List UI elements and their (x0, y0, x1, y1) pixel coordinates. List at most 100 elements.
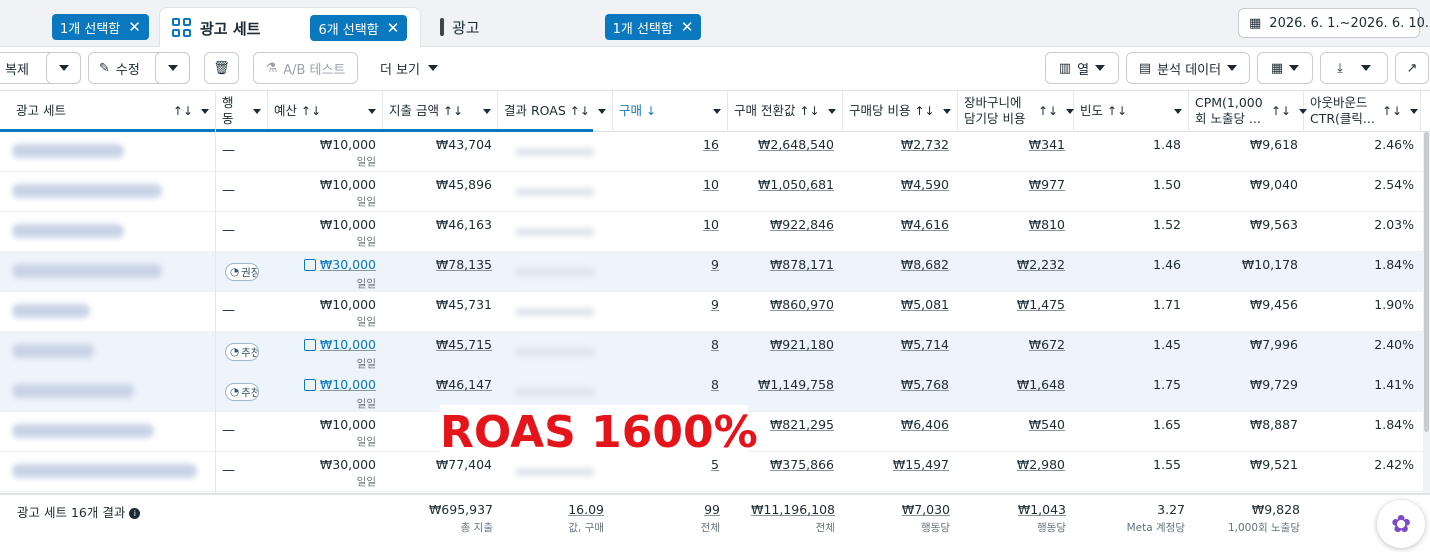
assistant-button[interactable]: ✿ (1377, 500, 1425, 548)
summary-value[interactable]: ₩1,043 (1018, 502, 1066, 517)
sort-icon[interactable]: ↑↓ (914, 104, 934, 119)
col-purchases[interactable]: 구매 ↓ (613, 91, 728, 131)
purchases-value[interactable]: 8 (711, 337, 719, 352)
adset-name-redacted[interactable] (12, 304, 90, 318)
recommendation-badge[interactable]: ◔ 추천 (225, 343, 259, 361)
summary-value[interactable]: 99 (704, 502, 720, 517)
spend-value[interactable]: ₩78,135 (436, 257, 492, 272)
budget-cell[interactable]: ₩10,000 일일 (320, 137, 376, 169)
summary-value[interactable]: 16.09 (568, 502, 604, 517)
chevron-down-icon[interactable] (1410, 108, 1419, 114)
budget-value[interactable]: ₩30,000 (320, 257, 376, 272)
sort-icon[interactable]: ↑↓ (799, 104, 819, 119)
cost-per-cart-value[interactable]: ₩810 (1029, 217, 1065, 232)
budget-cell[interactable]: ₩30,000 일일 (320, 457, 376, 489)
spend-value[interactable]: ₩45,715 (436, 337, 492, 352)
export-button[interactable]: ⤓ (1320, 52, 1388, 84)
sort-icon[interactable]: ↑↓ (1107, 104, 1127, 119)
budget-cell[interactable]: ₩10,000 일일 (320, 297, 376, 329)
chevron-down-icon[interactable] (483, 108, 491, 114)
col-conversion-value[interactable]: 구매 전환값 ↑↓ (728, 91, 843, 131)
cost-per-purchase-value[interactable]: ₩4,590 (901, 177, 949, 192)
breakdown-button[interactable]: ▤ 분석 데이터 (1126, 52, 1250, 84)
cost-per-cart-value[interactable]: ₩341 (1029, 137, 1065, 152)
budget-cell[interactable]: ₩10,000 일일 (320, 177, 376, 209)
vertical-scrollbar[interactable] (1423, 132, 1430, 493)
conversion-value[interactable]: ₩1,149,758 (758, 377, 834, 392)
reports-button[interactable]: ▦ (1257, 52, 1313, 84)
close-icon[interactable]: ✕ (128, 19, 141, 35)
sort-icon[interactable]: ↑↓ (443, 104, 463, 119)
purchases-value[interactable]: 16 (703, 137, 719, 152)
close-icon[interactable]: ✕ (387, 20, 400, 36)
sort-icon[interactable]: ↑↓ (173, 104, 193, 119)
conversion-value[interactable]: ₩921,180 (770, 337, 834, 352)
chevron-down-icon[interactable] (943, 108, 951, 114)
sort-icon[interactable]: ↑↓ (570, 104, 590, 119)
budget-cell[interactable]: ₩10,000 일일 (303, 337, 376, 371)
conversion-value[interactable]: ₩2,648,540 (758, 137, 834, 152)
adset-name-redacted[interactable] (12, 144, 124, 158)
adset-name-redacted[interactable] (12, 224, 124, 238)
sort-desc-icon[interactable]: ↓ (646, 104, 656, 119)
chevron-down-icon[interactable] (201, 108, 209, 114)
cost-per-cart-value[interactable]: ₩540 (1029, 417, 1065, 432)
cost-per-purchase-value[interactable]: ₩5,768 (901, 377, 949, 392)
cost-per-purchase-value[interactable]: ₩8,682 (901, 257, 949, 272)
tab-adsets[interactable]: 광고 세트 6개 선택함 ✕ (159, 7, 421, 48)
col-cpm[interactable]: CPM(1,000회 노출당 ... ↑↓ (1189, 91, 1308, 131)
chevron-down-icon[interactable] (598, 108, 606, 114)
budget-cell[interactable]: ₩10,000 일일 (320, 417, 376, 449)
budget-cell[interactable]: ₩30,000 일일 (303, 257, 376, 291)
tab-ads[interactable]: 광고 1개 선택함 ✕ (428, 7, 702, 47)
info-icon[interactable]: i (129, 508, 141, 519)
tab-campaigns[interactable]: 1개 선택함 ✕ (0, 7, 158, 47)
ab-test-button[interactable]: ⚗ A/B 테스트 (253, 52, 358, 84)
recommendation-badge[interactable]: ◔ 권장 (225, 263, 259, 281)
cost-per-cart-value[interactable]: ₩1,648 (1017, 377, 1065, 392)
chevron-down-icon[interactable] (253, 108, 261, 114)
purchases-value[interactable]: 9 (711, 297, 719, 312)
conversion-value[interactable]: ₩1,050,681 (758, 177, 834, 192)
conversion-value[interactable]: ₩375,866 (770, 457, 834, 472)
delete-button[interactable]: 🗑 (204, 52, 239, 84)
adset-name-redacted[interactable] (12, 184, 162, 198)
summary-value[interactable]: ₩11,196,108 (751, 502, 835, 517)
col-budget[interactable]: 예산 ↑↓ (268, 91, 383, 131)
conversion-value[interactable]: ₩860,970 (770, 297, 834, 312)
purchases-value[interactable]: 10 (703, 177, 719, 192)
conversion-value[interactable]: ₩821,295 (770, 417, 834, 432)
duplicate-dropdown[interactable] (46, 52, 81, 84)
columns-button[interactable]: ▥ 열 (1045, 52, 1119, 84)
summary-value[interactable]: ₩7,030 (902, 502, 950, 517)
conversion-value[interactable]: ₩878,171 (770, 257, 834, 272)
recommendation-badge[interactable]: ◔ 추천 (225, 383, 259, 401)
selection-chip-ads[interactable]: 1개 선택함 ✕ (604, 14, 702, 40)
purchases-value[interactable]: 9 (711, 257, 719, 272)
adset-name-redacted[interactable] (12, 464, 197, 478)
chevron-down-icon[interactable] (1174, 108, 1182, 114)
col-adset[interactable]: 광고 세트 ↑↓ (0, 91, 216, 131)
col-frequency[interactable]: 빈도 ↑↓ (1074, 91, 1189, 131)
edit-dropdown[interactable] (155, 52, 190, 84)
scrollbar-thumb[interactable] (1424, 132, 1429, 432)
budget-value[interactable]: ₩10,000 (320, 337, 376, 352)
col-cost-per-purchase[interactable]: 구매당 비용 ↑↓ (843, 91, 958, 131)
sort-icon[interactable]: ↑↓ (1271, 104, 1291, 119)
conversion-value[interactable]: ₩922,846 (770, 217, 834, 232)
cost-per-cart-value[interactable]: ₩1,475 (1017, 297, 1065, 312)
purchases-value[interactable]: 10 (703, 217, 719, 232)
budget-cell[interactable]: ₩10,000 일일 (303, 377, 376, 411)
col-cost-per-add-to-cart[interactable]: 장바구니에 담기당 비용 ↑↓ (958, 91, 1075, 131)
chart-view-button[interactable]: ↗ (1395, 52, 1429, 84)
budget-value[interactable]: ₩10,000 (320, 377, 376, 392)
sort-icon[interactable]: ↑↓ (301, 104, 321, 119)
adset-name-redacted[interactable] (12, 264, 162, 278)
col-roas[interactable]: 결과 ROAS ↑↓ (498, 91, 613, 131)
adset-name-redacted[interactable] (12, 384, 134, 398)
col-delivery[interactable]: 행동 (216, 91, 268, 131)
close-icon[interactable]: ✕ (681, 19, 694, 35)
cost-per-purchase-value[interactable]: ₩2,732 (901, 137, 949, 152)
col-outbound-ctr[interactable]: 아웃바운드 CTR(클릭... ↑↓ (1304, 91, 1421, 131)
cost-per-cart-value[interactable]: ₩2,980 (1017, 457, 1065, 472)
